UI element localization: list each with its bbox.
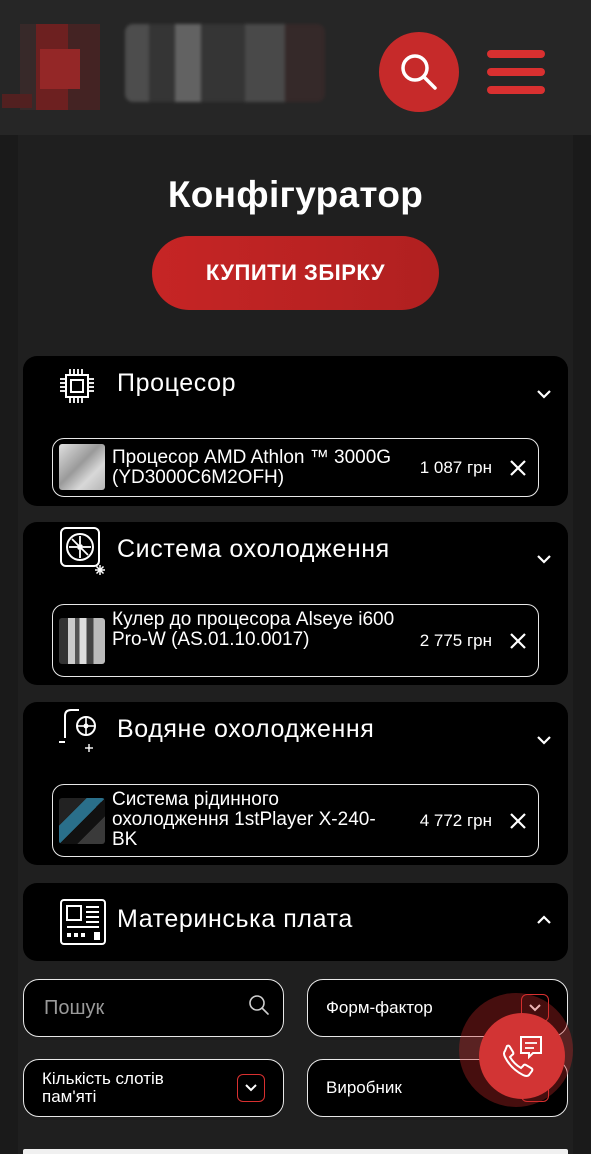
cooling-icon — [60, 527, 105, 575]
cpu-icon — [60, 369, 94, 403]
item-price: 4 772 грн — [419, 811, 492, 830]
manufacturer-label: Виробник — [326, 1078, 402, 1097]
phone-chat-icon — [503, 1036, 542, 1077]
water-cooling-icon — [59, 709, 96, 752]
category-title: Материнська плата — [117, 905, 353, 933]
hamburger-icon — [487, 50, 545, 58]
page-title: Конфігуратор — [167, 174, 424, 215]
category-title: Система охолодження — [117, 535, 390, 563]
product-thumbnail — [59, 444, 105, 490]
memory-slots-label: Кількість слотів пам'яті — [42, 1069, 164, 1106]
search-input[interactable] — [44, 994, 244, 1022]
chevron-down-icon[interactable] — [536, 734, 552, 746]
item-price: 1 087 грн — [419, 458, 492, 477]
form-factor-label: Форм-фактор — [326, 998, 433, 1017]
chevron-down-icon — [245, 1084, 257, 1092]
chevron-down-icon[interactable] — [536, 388, 552, 400]
item-name: Система рідинного охолодження 1stPlayer … — [112, 789, 376, 850]
chevron-down-icon[interactable] — [536, 553, 552, 565]
header-search-button[interactable] — [379, 32, 459, 112]
contact-fab[interactable] — [459, 993, 573, 1107]
category-motherboard[interactable]: Материнська плата — [23, 883, 568, 961]
buy-build-button[interactable]: КУПИТИ ЗБІРКУ — [152, 236, 439, 310]
search-icon — [401, 54, 437, 90]
category-title: Процесор — [117, 369, 237, 397]
memory-slots-select[interactable]: Кількість слотів пам'яті — [23, 1059, 284, 1117]
motherboard-icon — [60, 899, 106, 945]
dropdown-toggle[interactable] — [237, 1074, 265, 1102]
category-cpu[interactable]: Процесор Процесор AMD Athlon ™ 3000G (YD… — [23, 356, 568, 506]
next-section-edge — [23, 1149, 568, 1154]
close-icon[interactable] — [508, 458, 528, 478]
close-icon[interactable] — [508, 811, 528, 831]
selected-item[interactable]: Система рідинного охолодження 1stPlayer … — [52, 784, 539, 857]
selected-item[interactable]: Процесор AMD Athlon ™ 3000G (YD3000C6M2O… — [52, 438, 539, 497]
selected-item[interactable]: Кулер до процесора Alseye i600 Pro-W (AS… — [52, 604, 539, 677]
item-name: Кулер до процесора Alseye i600 Pro-W (AS… — [112, 609, 395, 650]
search-icon[interactable] — [248, 994, 270, 1016]
search-field[interactable] — [23, 979, 284, 1037]
category-title: Водяне охолодження — [117, 715, 375, 743]
hamburger-icon-bar — [487, 86, 545, 94]
product-thumbnail — [59, 798, 105, 844]
chevron-up-icon[interactable] — [536, 914, 552, 926]
menu-button[interactable] — [486, 50, 546, 95]
site-logo-mark[interactable] — [2, 24, 100, 110]
product-thumbnail — [59, 618, 105, 664]
close-icon[interactable] — [508, 631, 528, 651]
site-logo-text[interactable] — [125, 24, 325, 102]
hamburger-icon-bar — [487, 68, 545, 76]
site-header — [0, 0, 591, 135]
item-price: 2 775 грн — [419, 631, 492, 650]
category-cooling[interactable]: Система охолодження Кулер до процесора A… — [23, 522, 568, 685]
contact-fab-inner[interactable] — [479, 1013, 565, 1099]
item-name: Процесор AMD Athlon ™ 3000G (YD3000C6M2O… — [112, 447, 392, 488]
category-water-cooling[interactable]: Водяне охолодження Система рідинного охо… — [23, 702, 568, 865]
